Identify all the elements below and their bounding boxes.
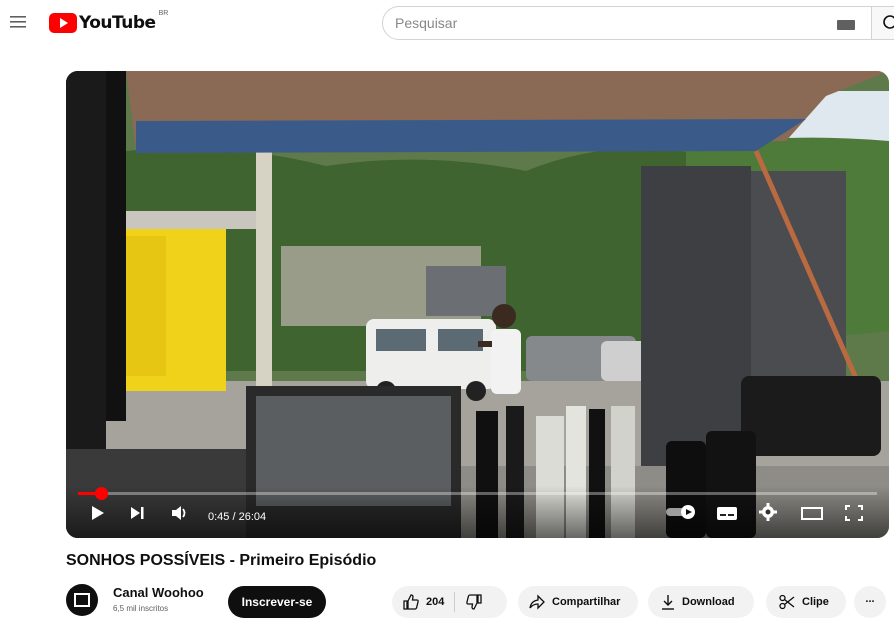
youtube-logo[interactable]: YouTube BR <box>49 10 169 34</box>
next-button[interactable] <box>128 504 146 527</box>
thumbs-up-icon <box>403 594 419 610</box>
dislike-button[interactable] <box>455 586 483 618</box>
logo-country-code: BR <box>158 10 169 17</box>
scissors-icon <box>779 594 795 610</box>
progress-bar[interactable] <box>78 487 877 500</box>
search-input[interactable] <box>395 7 815 39</box>
channel-logo-icon <box>74 593 90 607</box>
theater-mode-icon <box>801 507 823 520</box>
channel-name[interactable]: Canal Woohoo <box>113 585 204 600</box>
search-button[interactable] <box>872 6 894 40</box>
play-button[interactable] <box>88 504 106 527</box>
thumbs-down-icon <box>466 594 483 610</box>
subtitles-icon <box>717 507 737 520</box>
fullscreen-icon <box>845 505 863 521</box>
like-button[interactable]: 204 <box>392 586 444 618</box>
channel-avatar[interactable] <box>66 584 98 616</box>
play-icon <box>92 506 104 520</box>
autoplay-toggle[interactable] <box>666 505 698 524</box>
logo-text: YouTube <box>79 13 156 33</box>
theater-mode-button[interactable] <box>800 504 824 527</box>
like-dislike-group: 204 <box>392 586 507 618</box>
hamburger-menu-icon[interactable] <box>8 12 28 32</box>
clip-label: Clipe <box>802 596 829 608</box>
search-icon <box>883 15 894 29</box>
gear-icon <box>759 503 777 521</box>
volume-icon <box>172 506 186 520</box>
video-player[interactable]: 0:45 / 26:04 <box>66 71 889 538</box>
search-box <box>382 6 872 40</box>
progress-scrubber[interactable] <box>95 487 109 500</box>
time-display: 0:45 / 26:04 <box>208 511 267 523</box>
top-header: YouTube BR <box>0 0 894 46</box>
video-title: SONHOS POSSÍVEIS - Primeiro Episódio <box>66 552 377 569</box>
subscribe-button[interactable]: Inscrever-se <box>228 586 326 618</box>
download-button[interactable]: Download <box>648 586 754 618</box>
keyboard-icon[interactable] <box>837 20 855 30</box>
download-label: Download <box>682 596 735 608</box>
share-icon <box>529 594 545 610</box>
subtitles-button[interactable] <box>716 504 738 527</box>
player-controls: 0:45 / 26:04 <box>66 486 889 538</box>
share-label: Compartilhar <box>552 596 621 608</box>
share-button[interactable]: Compartilhar <box>518 586 638 618</box>
settings-button[interactable] <box>758 502 778 527</box>
next-icon <box>131 507 144 519</box>
clip-button[interactable]: Clipe <box>766 586 846 618</box>
volume-button[interactable] <box>170 504 190 527</box>
more-dots-icon: ... <box>865 593 875 605</box>
youtube-play-icon <box>49 13 77 33</box>
video-frame <box>66 71 889 538</box>
autoplay-toggle-icon <box>666 505 695 519</box>
more-actions-button[interactable]: ... <box>854 586 886 618</box>
fullscreen-button[interactable] <box>844 504 864 527</box>
like-count: 204 <box>426 596 445 608</box>
download-icon <box>662 595 674 610</box>
subscriber-count: 6,5 mil inscritos <box>113 604 169 613</box>
